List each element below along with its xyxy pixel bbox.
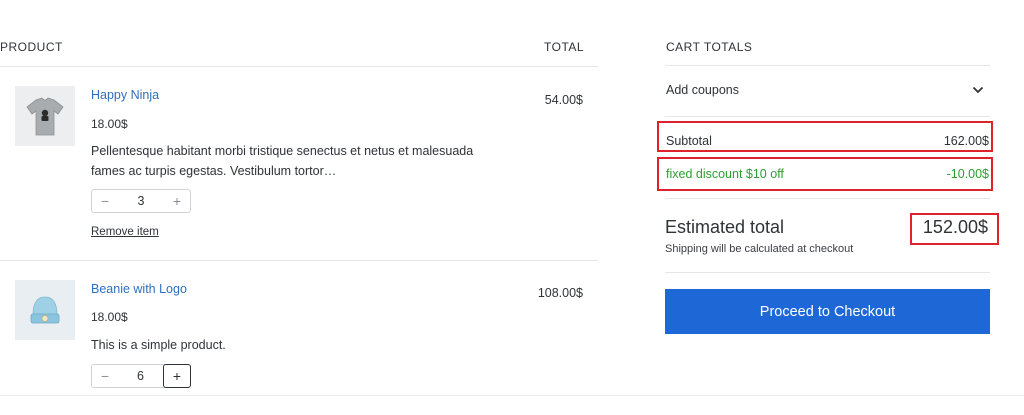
subtotal-value: 162.00$ [943,134,989,148]
decrease-quantity-button[interactable]: − [92,190,118,212]
product-thumbnail[interactable] [15,280,75,340]
total-column-header: TOTAL [544,40,585,54]
product-name-link[interactable]: Beanie with Logo [91,282,187,296]
decrease-quantity-button[interactable]: − [92,365,118,387]
unit-price: 18.00$ [91,117,128,131]
quantity-stepper: − 3 + [91,189,191,213]
product-description: Pellentesque habitant morbi tristique se… [91,144,474,178]
estimated-total-value: 152.00$ [922,217,988,237]
beanie-icon [30,296,60,324]
product-thumbnail[interactable] [15,86,75,146]
totals-divider [665,116,990,117]
quantity-value[interactable]: 6 [137,369,144,383]
row-divider [0,260,598,261]
estimated-total-label: Estimated total [665,217,785,237]
quantity-value[interactable]: 3 [138,194,145,208]
totals-divider [665,198,990,199]
product-name-link[interactable]: Happy Ninja [91,88,159,102]
quantity-stepper: − 6 + [91,364,191,388]
shipping-note: Shipping will be calculated at checkout [665,243,854,255]
totals-divider [665,272,990,273]
product-column-header: PRODUCT [0,40,63,54]
chevron-down-icon [972,86,984,94]
add-coupons-label: Add coupons [666,83,739,97]
tshirt-icon [26,97,64,136]
header-divider [0,66,598,67]
product-description: This is a simple product. [91,338,226,352]
increase-quantity-button[interactable]: + [164,190,190,212]
line-total: 108.00$ [537,286,583,300]
totals-divider [665,65,990,66]
unit-price: 18.00$ [91,310,128,324]
bottom-divider [0,395,1024,396]
cart-totals-heading: CART TOTALS [666,40,753,54]
add-coupons-toggle[interactable]: Add coupons [665,76,990,104]
discount-label: fixed discount $10 off [666,167,784,181]
remove-item-link[interactable]: Remove item [91,226,159,238]
increase-quantity-button[interactable]: + [162,364,191,388]
line-total: 54.00$ [544,93,583,107]
proceed-to-checkout-button[interactable]: Proceed to Checkout [665,289,990,334]
subtotal-label: Subtotal [666,134,712,148]
discount-value: -10.00$ [946,167,989,181]
